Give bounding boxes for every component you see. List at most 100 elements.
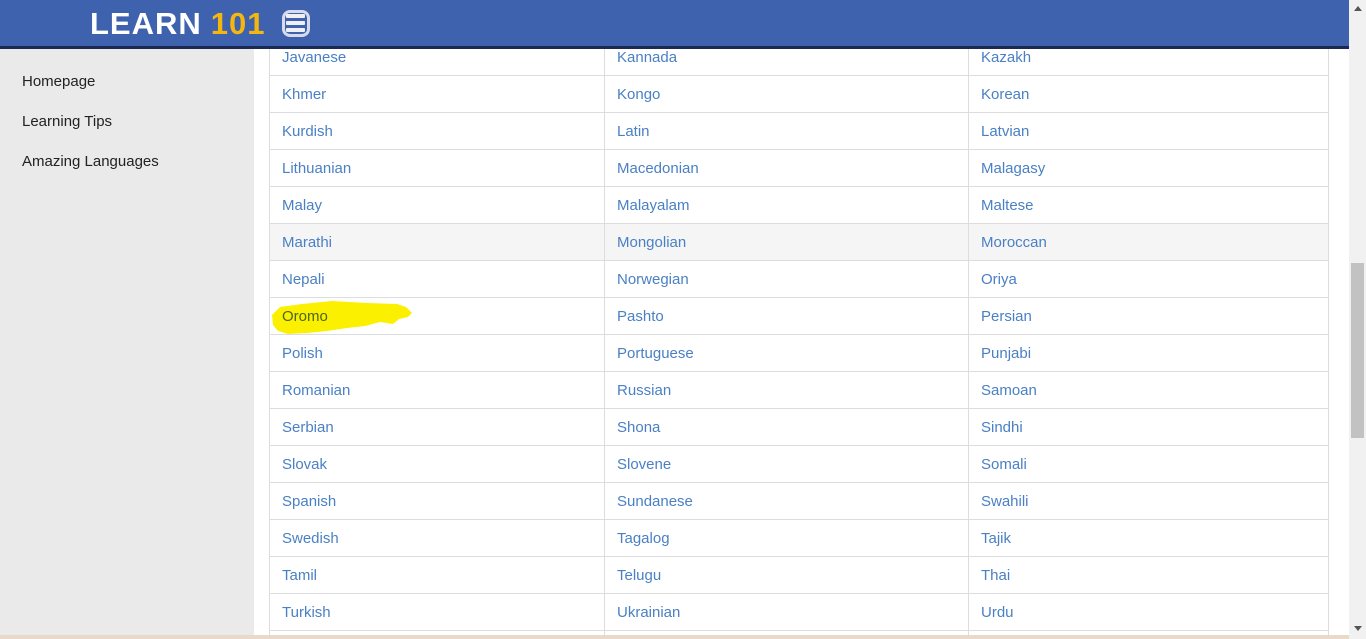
language-cell: Latvian <box>969 113 1328 149</box>
sidebar-item-learning-tips[interactable]: Learning Tips <box>0 101 254 141</box>
language-link[interactable]: Portuguese <box>617 345 694 362</box>
language-link[interactable]: Moroccan <box>981 234 1047 251</box>
vertical-scrollbar[interactable] <box>1349 0 1366 639</box>
language-cell: Malay <box>270 187 605 223</box>
language-cell: Malagasy <box>969 150 1328 186</box>
language-link[interactable]: Somali <box>981 456 1027 473</box>
language-link[interactable]: Macedonian <box>617 160 699 177</box>
scrollbar-thumb[interactable] <box>1351 263 1364 438</box>
language-cell: Moroccan <box>969 224 1328 260</box>
language-link[interactable]: Russian <box>617 382 671 399</box>
language-link[interactable]: Norwegian <box>617 271 689 288</box>
language-table: Javanese Kannada Kazakh Khmer Kongo Korean Kur… <box>269 39 1329 639</box>
menu-bar-line <box>286 28 305 32</box>
language-link[interactable]: Swahili <box>981 493 1029 510</box>
language-cell: Serbian <box>270 409 605 445</box>
language-link[interactable]: Korean <box>981 86 1029 103</box>
language-cell: Ukrainian <box>605 594 969 630</box>
language-link[interactable]: Samoan <box>981 382 1037 399</box>
language-link[interactable]: Urdu <box>981 604 1014 621</box>
language-link[interactable]: Swedish <box>282 530 339 547</box>
language-link[interactable]: Nepali <box>282 271 325 288</box>
language-cell: Nepali <box>270 261 605 297</box>
language-link[interactable]: Tagalog <box>617 530 670 547</box>
language-link[interactable]: Romanian <box>282 382 350 399</box>
language-link[interactable]: Telugu <box>617 567 661 584</box>
language-cell: Latin <box>605 113 969 149</box>
table-row: Spanish Sundanese Swahili <box>270 483 1328 520</box>
language-link[interactable]: Khmer <box>282 86 326 103</box>
language-link[interactable]: Oromo <box>282 308 328 325</box>
language-link[interactable]: Tajik <box>981 530 1011 547</box>
language-cell: Lithuanian <box>270 150 605 186</box>
language-link[interactable]: Sundanese <box>617 493 693 510</box>
language-cell: Punjabi <box>969 335 1328 371</box>
menu-bar-line <box>286 21 305 25</box>
language-link[interactable]: Kurdish <box>282 123 333 140</box>
language-link[interactable]: Sindhi <box>981 419 1023 436</box>
language-link[interactable]: Latin <box>617 123 650 140</box>
sidebar-item-homepage[interactable]: Homepage <box>0 61 254 101</box>
language-cell: Slovene <box>605 446 969 482</box>
language-link[interactable]: Mongolian <box>617 234 686 251</box>
language-cell: Spanish <box>270 483 605 519</box>
page-viewport: Javanese Kannada Kazakh Khmer Kongo Korean Kur… <box>0 0 1366 639</box>
triangle-up-icon <box>1354 6 1362 11</box>
language-link[interactable]: Persian <box>981 308 1032 325</box>
language-cell: Mongolian <box>605 224 969 260</box>
language-cell: Norwegian <box>605 261 969 297</box>
bottom-edge-strip <box>0 635 1349 639</box>
table-row: Marathi Mongolian Moroccan <box>270 224 1328 261</box>
language-link[interactable]: Thai <box>981 567 1010 584</box>
table-row: Serbian Shona Sindhi <box>270 409 1328 446</box>
language-cell: Sundanese <box>605 483 969 519</box>
site-logo[interactable]: LEARN 101 <box>90 8 266 39</box>
language-link[interactable]: Kongo <box>617 86 660 103</box>
language-link[interactable]: Ukrainian <box>617 604 680 621</box>
language-cell: Tajik <box>969 520 1328 556</box>
language-cell: Kongo <box>605 76 969 112</box>
brand-101-text: 101 <box>211 8 266 39</box>
language-link[interactable]: Lithuanian <box>282 160 351 177</box>
language-link[interactable]: Malagasy <box>981 160 1045 177</box>
table-row: Swedish Tagalog Tajik <box>270 520 1328 557</box>
language-link[interactable]: Maltese <box>981 197 1034 214</box>
language-cell: Samoan <box>969 372 1328 408</box>
sidebar-item-amazing-languages[interactable]: Amazing Languages <box>0 141 254 181</box>
table-row: Tamil Telugu Thai <box>270 557 1328 594</box>
language-cell: Portuguese <box>605 335 969 371</box>
scrollbar-up-arrow-icon[interactable] <box>1349 0 1366 17</box>
table-row: Slovak Slovene Somali <box>270 446 1328 483</box>
scrollbar-down-arrow-icon[interactable] <box>1349 620 1366 637</box>
language-link[interactable]: Latvian <box>981 123 1029 140</box>
language-link[interactable]: Marathi <box>282 234 332 251</box>
language-cell: Slovak <box>270 446 605 482</box>
language-link[interactable]: Pashto <box>617 308 664 325</box>
language-link[interactable]: Serbian <box>282 419 334 436</box>
language-link[interactable]: Kannada <box>617 49 677 66</box>
language-cell: Swahili <box>969 483 1328 519</box>
triangle-down-icon <box>1354 626 1362 631</box>
language-link[interactable]: Slovak <box>282 456 327 473</box>
language-cell: Telugu <box>605 557 969 593</box>
language-link[interactable]: Slovene <box>617 456 671 473</box>
language-link[interactable]: Shona <box>617 419 660 436</box>
language-cell: Polish <box>270 335 605 371</box>
table-row: Polish Portuguese Punjabi <box>270 335 1328 372</box>
hamburger-menu-icon[interactable] <box>282 10 310 37</box>
language-cell: Shona <box>605 409 969 445</box>
brand-learn-text: LEARN <box>90 8 202 39</box>
language-link[interactable]: Javanese <box>282 49 346 66</box>
language-link[interactable]: Punjabi <box>981 345 1031 362</box>
language-link[interactable]: Turkish <box>282 604 331 621</box>
language-link[interactable]: Kazakh <box>981 49 1031 66</box>
language-cell: Malayalam <box>605 187 969 223</box>
language-link[interactable]: Malay <box>282 197 322 214</box>
language-cell: Korean <box>969 76 1328 112</box>
language-cell: Romanian <box>270 372 605 408</box>
language-link[interactable]: Spanish <box>282 493 336 510</box>
language-link[interactable]: Polish <box>282 345 323 362</box>
language-link[interactable]: Malayalam <box>617 197 690 214</box>
language-link[interactable]: Oriya <box>981 271 1017 288</box>
language-link[interactable]: Tamil <box>282 567 317 584</box>
